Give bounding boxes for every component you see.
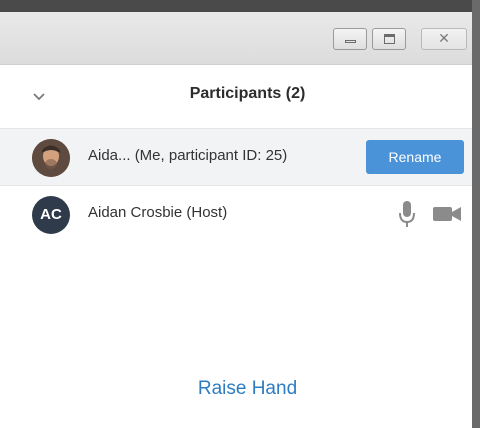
- avatar: [32, 139, 70, 177]
- maximize-icon: [384, 34, 395, 44]
- maximize-button[interactable]: [372, 28, 406, 50]
- window-top-border: [0, 0, 480, 12]
- close-button[interactable]: ✕: [421, 28, 467, 50]
- close-icon: ✕: [438, 31, 450, 47]
- window-titlebar: ✕: [0, 12, 472, 65]
- avatar: AC: [32, 196, 70, 234]
- rename-button[interactable]: Rename: [366, 140, 464, 174]
- participant-row-self[interactable]: Aida... (Me, participant ID: 25) Rename: [0, 128, 472, 186]
- participant-row-host[interactable]: AC Aidan Crosbie (Host): [0, 186, 472, 242]
- minimize-button[interactable]: [333, 28, 367, 50]
- participants-title: Participants (2): [189, 85, 306, 102]
- minimize-icon: [345, 40, 356, 43]
- participants-window: ✕ Participants (2) Aida... (Me, particip…: [0, 0, 480, 428]
- video-camera-icon[interactable]: [432, 204, 462, 224]
- raise-hand-button[interactable]: Raise Hand: [160, 378, 335, 400]
- chevron-down-icon[interactable]: [32, 89, 46, 103]
- microphone-icon[interactable]: [399, 200, 415, 228]
- participants-header: Participants (2): [0, 65, 472, 127]
- window-right-border: [472, 0, 480, 428]
- participant-name: Aidan Crosbie (Host): [88, 204, 228, 221]
- avatar-photo-icon: [32, 139, 70, 177]
- participant-name: Aida... (Me, participant ID: 25): [88, 147, 288, 164]
